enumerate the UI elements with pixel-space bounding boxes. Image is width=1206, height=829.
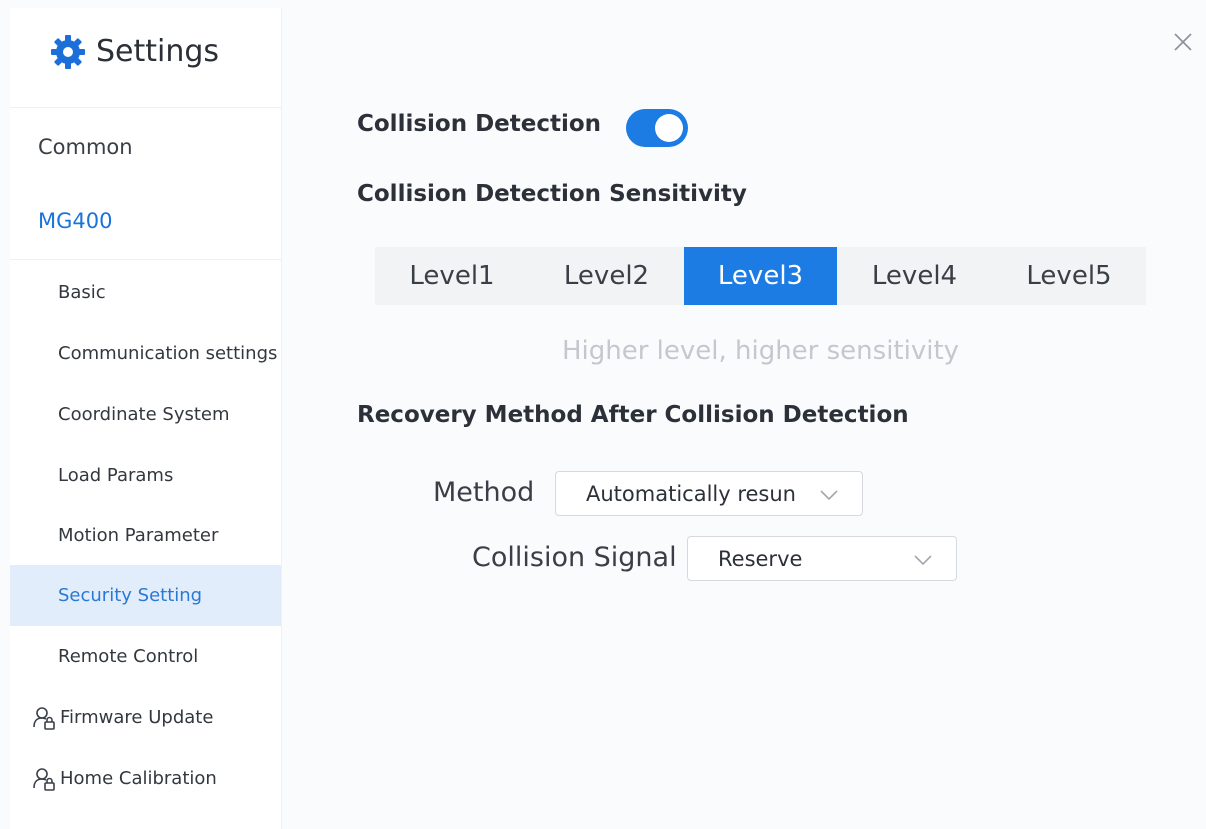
user-lock-icon [33, 767, 55, 791]
method-select[interactable]: Automatically resun [555, 471, 863, 516]
level-3-button[interactable]: Level3 [684, 247, 837, 305]
sidebar-item-motion-parameter[interactable]: Motion Parameter [10, 505, 281, 566]
sidebar-item-basic[interactable]: Basic [10, 262, 281, 323]
settings-window: Settings Common MG400 Basic Communicatio… [0, 0, 1206, 829]
collision-detection-label: Collision Detection [357, 111, 602, 137]
chevron-down-icon [820, 490, 838, 501]
user-lock-icon [33, 706, 55, 730]
sidebar-header: Settings [10, 8, 281, 108]
collision-detection-toggle[interactable] [626, 109, 688, 147]
chevron-down-icon [914, 555, 932, 566]
sidebar-item-remote-control[interactable]: Remote Control [10, 626, 281, 687]
sensitivity-level-selector: Level1 Level2 Level3 Level4 Level5 [375, 247, 1146, 305]
sidebar-item-common[interactable]: Common [10, 117, 281, 177]
level-1-button[interactable]: Level1 [375, 247, 529, 305]
sidebar-item-label: Home Calibration [60, 768, 217, 789]
sidebar-item-home-calibration[interactable]: Home Calibration [10, 748, 281, 809]
sidebar-item-label: Firmware Update [60, 707, 214, 728]
sidebar-item-communication-settings[interactable]: Communication settings [10, 323, 281, 384]
level-2-button[interactable]: Level2 [529, 247, 684, 305]
level-5-button[interactable]: Level5 [992, 247, 1146, 305]
toggle-knob [655, 114, 683, 142]
settings-title: Settings [96, 34, 220, 69]
level-4-button[interactable]: Level4 [837, 247, 992, 305]
sensitivity-hint: Higher level, higher sensitivity [561, 336, 960, 366]
collision-signal-select[interactable]: Reserve [687, 536, 957, 581]
sidebar-divider [10, 259, 281, 260]
sidebar-item-load-params[interactable]: Load Params [10, 445, 281, 506]
collision-signal-select-value: Reserve [718, 547, 803, 571]
sidebar-item-firmware-update[interactable]: Firmware Update [10, 687, 281, 748]
sidebar-item-coordinate-system[interactable]: Coordinate System [10, 384, 281, 445]
sidebar-item-mg400[interactable]: MG400 [10, 191, 281, 251]
sidebar-item-security-setting[interactable]: Security Setting [10, 565, 281, 626]
sidebar: Settings Common MG400 Basic Communicatio… [10, 8, 282, 829]
method-select-value: Automatically resun [586, 482, 796, 506]
recovery-method-label: Recovery Method After Collision Detectio… [357, 402, 909, 428]
sensitivity-label: Collision Detection Sensitivity [357, 181, 747, 207]
collision-signal-label: Collision Signal [472, 542, 677, 573]
close-icon[interactable] [1173, 32, 1193, 52]
gear-icon [51, 35, 85, 69]
method-label: Method [433, 477, 535, 508]
